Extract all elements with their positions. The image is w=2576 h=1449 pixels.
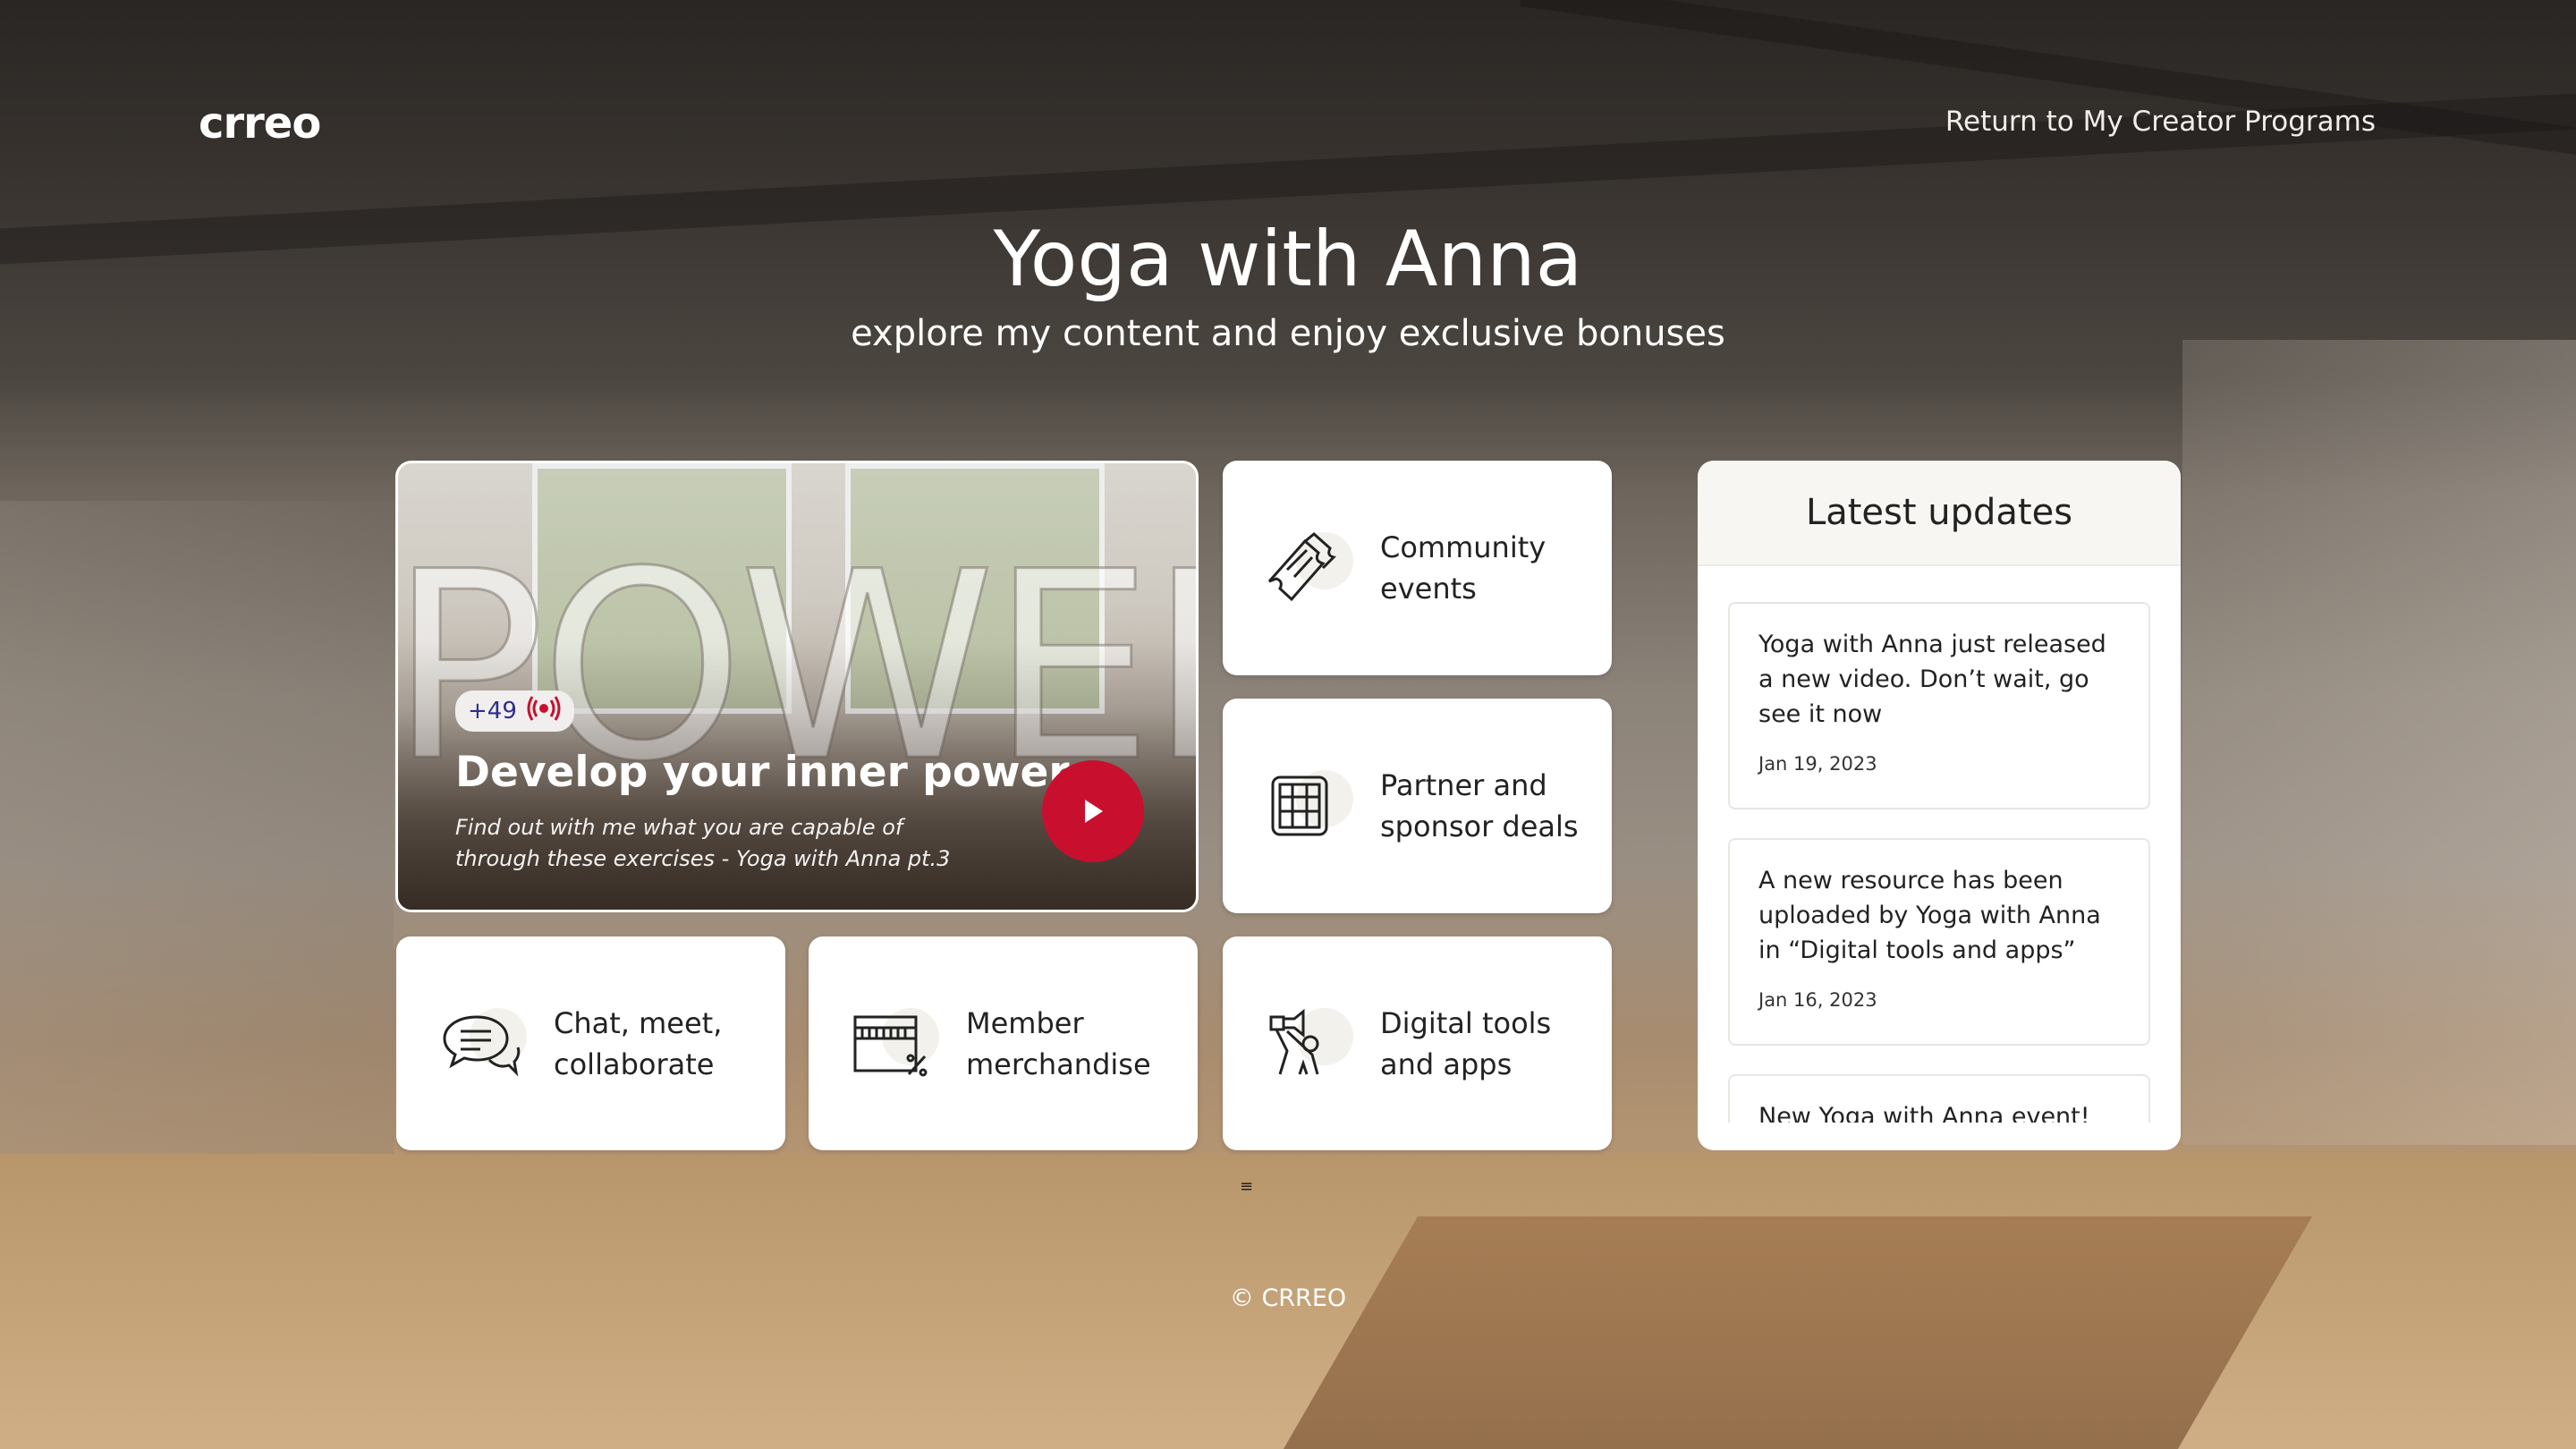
person-camera-icon: [1260, 999, 1353, 1089]
copyright: © CRREO: [1229, 1284, 1347, 1312]
update-text: New Yoga with Anna event!: [1758, 1103, 2090, 1123]
latest-updates-panel: Latest updates Yoga with Anna just relea…: [1698, 461, 2181, 1150]
updates-title: Latest updates: [1698, 461, 2181, 566]
background-wall: [0, 501, 394, 1181]
update-text: A new resource has been uploaded by Yoga…: [1758, 867, 2101, 964]
video-description: Find out with me what you are capable of…: [455, 815, 951, 871]
tile-chat-meet-collaborate[interactable]: Chat, meet, collaborate: [396, 936, 785, 1150]
shop-discount-icon: [846, 999, 939, 1089]
update-item[interactable]: Yoga with Anna just released a new video…: [1728, 602, 2150, 809]
tile-partner-deals[interactable]: Partner and sponsor deals: [1223, 699, 1612, 913]
update-date: Jan 16, 2023: [1758, 989, 1877, 1011]
tile-label: Member merchandise: [966, 1005, 1151, 1081]
crreo-logo[interactable]: crreo: [199, 98, 342, 148]
storefront-icon: [1260, 761, 1353, 851]
video-title: Develop your inner power: [455, 748, 1070, 797]
return-to-programs-link[interactable]: Return to My Creator Programs: [1945, 106, 2376, 138]
tile-member-merchandise[interactable]: Member merchandise: [809, 936, 1198, 1150]
update-text: Yoga with Anna just released a new video…: [1758, 631, 2106, 728]
update-date: Jan 19, 2023: [1758, 753, 1877, 775]
background-wall: [2182, 340, 2576, 1145]
logo-text: crreo: [199, 98, 321, 148]
tile-label: Partner and sponsor deals: [1380, 768, 1579, 843]
page-subtitle: explore my content and enjoy exclusive b…: [851, 313, 1725, 354]
updates-list[interactable]: Yoga with Anna just released a new video…: [1728, 602, 2150, 1123]
tile-digital-tools[interactable]: Digital tools and apps: [1223, 936, 1612, 1150]
featured-video-card[interactable]: POWER +49 Develop your inner power Find …: [395, 461, 1199, 912]
page-title: Yoga with Anna: [993, 215, 1583, 304]
chat-bubbles-icon: [434, 999, 527, 1089]
live-broadcast-icon: [526, 695, 562, 728]
tile-label: Digital tools and apps: [1380, 1005, 1552, 1081]
update-item[interactable]: A new resource has been uploaded by Yoga…: [1728, 838, 2150, 1046]
play-button[interactable]: [1042, 760, 1144, 862]
viewer-count: +49: [468, 698, 517, 724]
tile-community-events[interactable]: Community events: [1223, 461, 1612, 675]
update-item[interactable]: New Yoga with Anna event!: [1728, 1074, 2150, 1123]
live-viewers-badge: +49: [455, 691, 574, 732]
tile-label: Chat, meet, collaborate: [554, 1005, 723, 1081]
tile-label: Community events: [1380, 530, 1546, 606]
tickets-icon: [1260, 523, 1353, 613]
play-icon: [1085, 800, 1103, 823]
drag-handle-icon: ≡: [1240, 1177, 1254, 1196]
background-step: [1283, 1216, 2313, 1449]
